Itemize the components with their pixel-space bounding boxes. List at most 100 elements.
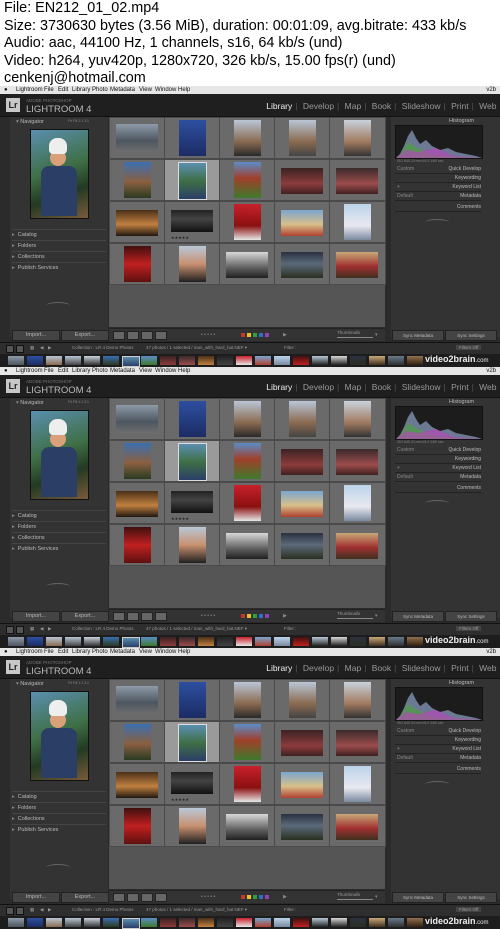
menu-help[interactable]: Help — [178, 86, 190, 94]
grid-cell[interactable] — [329, 398, 386, 440]
grid-cell[interactable] — [219, 398, 276, 440]
filmstrip-thumb[interactable] — [179, 637, 195, 646]
survey-view-icon[interactable] — [155, 893, 167, 902]
grid-cell[interactable] — [219, 117, 276, 159]
filmstrip-thumb[interactable] — [369, 918, 385, 927]
module-develop[interactable]: Develop — [303, 101, 334, 111]
secondary-display-2-icon[interactable] — [16, 626, 24, 634]
grid-cell[interactable] — [329, 679, 386, 721]
grid-cell[interactable] — [219, 524, 276, 566]
filters-off-dropdown[interactable]: Filters Off — [456, 626, 482, 631]
histogram-header[interactable]: Histogram — [449, 399, 474, 405]
color-label-green-icon[interactable] — [253, 333, 257, 337]
grid-cell[interactable] — [109, 117, 166, 159]
metadata-header[interactable]: Default Metadata — [395, 473, 481, 482]
quick-develop-header[interactable]: Custom Quick Develop — [395, 446, 481, 455]
metadata-header[interactable]: Default Metadata — [395, 192, 481, 201]
grid-cell[interactable] — [219, 243, 276, 285]
filmstrip-thumb[interactable] — [65, 637, 81, 646]
grid-cell[interactable] — [219, 201, 276, 243]
secondary-display-2-icon[interactable] — [16, 345, 24, 353]
thumbnail-size-slider[interactable] — [337, 337, 373, 338]
menu-lightroom[interactable]: Lightroom — [16, 86, 43, 94]
filmstrip-thumb[interactable] — [46, 356, 62, 365]
grid-cell[interactable] — [219, 721, 276, 763]
apple-icon[interactable]: ● — [4, 648, 8, 656]
grid-cell[interactable] — [109, 243, 166, 285]
sync-settings-button[interactable]: Sync Settings — [445, 892, 497, 903]
sync-settings-button[interactable]: Sync Settings — [445, 611, 497, 622]
filmstrip-thumb[interactable] — [160, 356, 176, 365]
grid-cell[interactable] — [274, 440, 331, 482]
menu-photo[interactable]: Photo — [92, 648, 108, 656]
export-button[interactable]: Export... — [61, 892, 109, 903]
filmstrip-thumb[interactable] — [84, 356, 100, 365]
collection-label[interactable]: Collection : LR 4 Demo Photos — [72, 907, 134, 912]
filters-off-dropdown[interactable]: Filters Off — [456, 907, 482, 912]
grid-cell[interactable] — [109, 159, 166, 201]
color-label-purple-icon[interactable] — [265, 895, 269, 899]
filmstrip-thumb[interactable] — [84, 637, 100, 646]
grid-view-icon[interactable] — [113, 612, 125, 621]
secondary-display-2-icon[interactable] — [16, 907, 24, 915]
import-button[interactable]: Import... — [12, 330, 60, 341]
export-button[interactable]: Export... — [61, 330, 109, 341]
filmstrip-thumb[interactable] — [331, 918, 347, 927]
panel-catalog[interactable]: ▸ Catalog — [12, 791, 106, 802]
filmstrip-thumb[interactable] — [236, 918, 252, 927]
grid-cell[interactable] — [274, 805, 331, 847]
module-library[interactable]: Library — [266, 663, 292, 673]
filmstrip-thumb[interactable] — [236, 637, 252, 646]
module-web[interactable]: Web — [479, 101, 496, 111]
grid-cell[interactable] — [164, 398, 221, 440]
grid-cell[interactable] — [274, 398, 331, 440]
filmstrip-thumb[interactable] — [293, 918, 309, 927]
back-icon[interactable]: ◀ — [40, 907, 43, 913]
grid-cell[interactable] — [109, 524, 166, 566]
filmstrip-thumb[interactable] — [407, 918, 423, 927]
filmstrip-thumb[interactable] — [65, 356, 81, 365]
toolbar-menu-icon[interactable]: ▾ — [375, 332, 378, 338]
menu-edit[interactable]: Edit — [58, 648, 68, 656]
panel-publish-services[interactable]: ▸ Publish Services — [12, 262, 106, 273]
apple-icon[interactable]: ● — [4, 86, 8, 94]
panel-catalog[interactable]: ▸ Catalog — [12, 229, 106, 240]
module-web[interactable]: Web — [479, 663, 496, 673]
toolbar-menu-icon[interactable]: ▾ — [375, 894, 378, 900]
module-print[interactable]: Print — [451, 663, 468, 673]
grid-cell[interactable] — [329, 243, 386, 285]
grid-cell[interactable] — [219, 440, 276, 482]
filmstrip-thumb[interactable] — [293, 356, 309, 365]
quick-develop-header[interactable]: Custom Quick Develop — [395, 727, 481, 736]
filmstrip-thumb[interactable] — [369, 356, 385, 365]
sync-metadata-button[interactable]: Sync Metadata — [392, 611, 444, 622]
filmstrip-thumb[interactable] — [331, 637, 347, 646]
color-label-yellow-icon[interactable] — [247, 333, 251, 337]
grid-cell[interactable] — [329, 721, 386, 763]
grid-cell[interactable] — [329, 201, 386, 243]
module-print[interactable]: Print — [451, 101, 468, 111]
filmstrip-thumb[interactable] — [293, 637, 309, 646]
survey-view-icon[interactable] — [155, 612, 167, 621]
grid-cell[interactable] — [329, 524, 386, 566]
menu-view[interactable]: View — [139, 648, 152, 656]
menu-help[interactable]: Help — [178, 367, 190, 375]
grid-cell[interactable] — [109, 201, 166, 243]
color-label-red-icon[interactable] — [241, 895, 245, 899]
filmstrip-thumb[interactable] — [369, 637, 385, 646]
grid-cell[interactable] — [164, 243, 221, 285]
menu-lightroom[interactable]: Lightroom — [16, 367, 43, 375]
grid-cell[interactable] — [109, 805, 166, 847]
rating-filter-dots[interactable]: • • • • • — [201, 613, 215, 619]
grid-cell[interactable] — [219, 482, 276, 524]
panel-collections[interactable]: ▸ Collections — [12, 251, 106, 262]
color-label-blue-icon[interactable] — [259, 614, 263, 618]
grid-cell[interactable] — [109, 398, 166, 440]
menu-metadata[interactable]: Metadata — [110, 367, 135, 375]
thumbnail-size-slider[interactable] — [337, 618, 373, 619]
filmstrip-thumb[interactable] — [27, 356, 43, 365]
filmstrip-thumb[interactable] — [350, 356, 366, 365]
filmstrip-thumb[interactable] — [122, 356, 140, 367]
secondary-display-1-icon[interactable] — [6, 345, 14, 353]
grid-cell[interactable]: ★★★★★ — [164, 201, 221, 243]
